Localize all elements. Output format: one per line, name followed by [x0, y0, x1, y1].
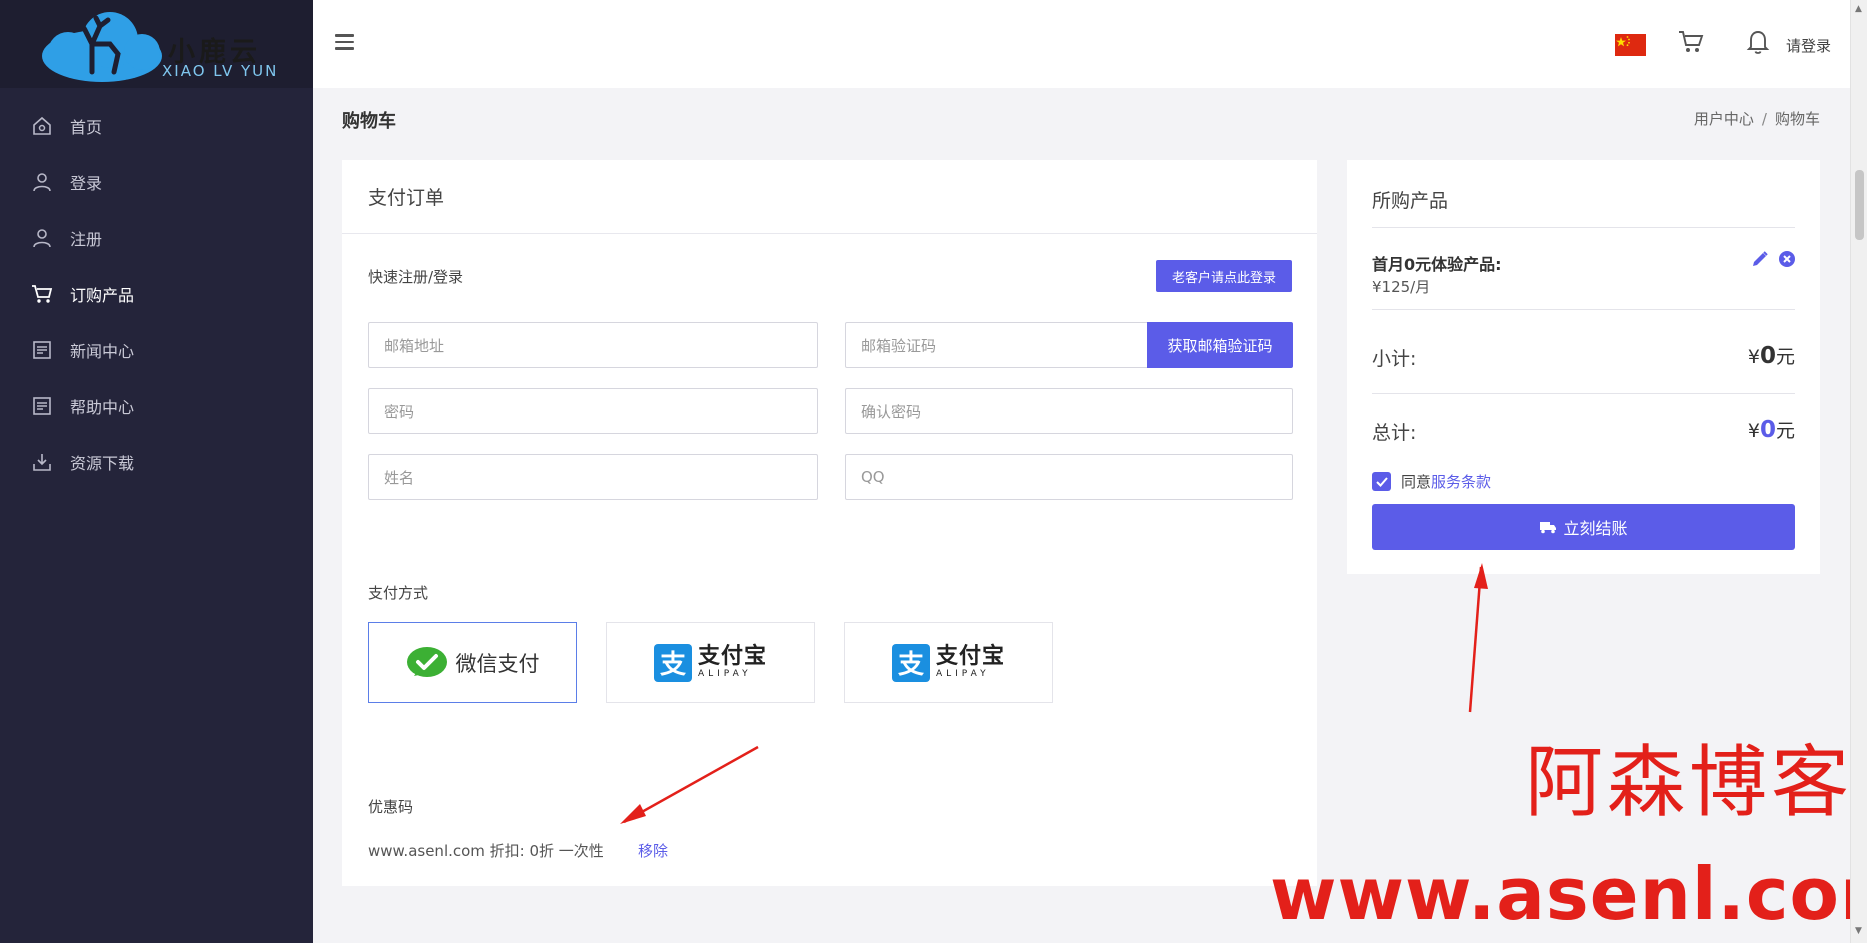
name-field[interactable]: 姓名 — [368, 454, 818, 500]
alipay-option[interactable]: 支 支付宝 ALIPAY — [606, 622, 815, 703]
total-label: 总计: — [1372, 422, 1417, 444]
currency-unit: 元 — [1775, 420, 1795, 442]
svg-text:支: 支 — [898, 650, 924, 680]
sidebar-item-label: 首页 — [70, 118, 103, 137]
logo[interactable]: 小鹿云 XIAO LV YUN — [0, 0, 313, 88]
wechat-pay-label: 微信支付 — [455, 651, 540, 676]
alipay-option-2[interactable]: 支 支付宝 ALIPAY — [844, 622, 1053, 703]
checkout-label: 立刻结账 — [1563, 521, 1628, 538]
sidebar-item-register[interactable]: 注册 — [0, 210, 313, 266]
wechat-pay-option[interactable]: 微信支付 — [368, 622, 577, 703]
subtotal-label: 小计: — [1372, 348, 1417, 370]
cart-icon[interactable] — [1678, 30, 1704, 58]
summary-title: 所购产品 — [1372, 190, 1449, 212]
document-icon — [30, 338, 54, 362]
breadcrumb: 用户中心 / 购物车 — [1694, 108, 1820, 129]
coupon-remove-link[interactable]: 移除 — [638, 840, 668, 861]
wechat-icon — [406, 646, 447, 677]
sidebar-item-home[interactable]: 首页 — [0, 98, 313, 154]
order-summary-card: 所购产品 首月0元体验产品: ¥125/月 小计: ¥0元 总计: ¥0元 同意… — [1347, 160, 1820, 574]
sidebar-item-label: 注册 — [70, 230, 103, 249]
subtotal-value: ¥0元 — [1748, 342, 1795, 369]
product-price: ¥125/月 — [1372, 278, 1431, 296]
payment-order-card: 支付订单 快速注册/登录 老客户请点此登录 邮箱地址 邮箱验证码 获取邮箱验证码… — [342, 160, 1317, 886]
sidebar-item-downloads[interactable]: 资源下载 — [0, 434, 313, 490]
breadcrumb-cart: 购物车 — [1774, 110, 1820, 128]
sidebar-item-order-products[interactable]: 订购产品 — [0, 266, 313, 322]
currency-symbol: ¥ — [1747, 346, 1760, 368]
scroll-down-arrow-icon[interactable]: ▼ — [1855, 926, 1862, 936]
payment-method-label: 支付方式 — [368, 584, 429, 602]
total-amount: 0 — [1759, 417, 1776, 443]
home-icon — [30, 114, 54, 138]
arrow-to-checkout — [1468, 566, 1483, 713]
menu-toggle-icon[interactable] — [335, 34, 354, 50]
breadcrumb-user-center[interactable]: 用户中心 — [1694, 110, 1754, 128]
sidebar-item-label: 资源下载 — [70, 454, 135, 473]
login-link[interactable]: 请登录 — [1786, 35, 1831, 56]
scroll-up-arrow-icon[interactable]: ▲ — [1855, 4, 1862, 14]
alipay-label: 支付宝 — [935, 644, 1005, 669]
download-icon — [30, 450, 54, 474]
email-field[interactable]: 邮箱地址 — [368, 322, 818, 368]
cart-icon — [30, 282, 54, 306]
card-title: 支付订单 — [342, 160, 1317, 234]
china-flag-icon[interactable] — [1615, 34, 1646, 56]
svg-text:支: 支 — [660, 650, 686, 680]
coupon-info: www.asenl.com 折扣: 0折 一次性 — [368, 842, 604, 860]
subtotal-amount: 0 — [1759, 343, 1776, 369]
agree-prefix: 同意 — [1401, 473, 1432, 491]
alipay-sub-label: ALIPAY — [697, 669, 752, 679]
page-title: 购物车 — [342, 111, 396, 132]
user-icon — [30, 170, 54, 194]
sidebar-item-news[interactable]: 新闻中心 — [0, 322, 313, 378]
divider — [1372, 393, 1795, 394]
total-value: ¥0元 — [1748, 416, 1795, 443]
email-code-field[interactable]: 邮箱验证码 — [845, 322, 1148, 368]
terms-link[interactable]: 服务条款 — [1431, 471, 1491, 492]
product-name: 首月0元体验产品: — [1372, 255, 1502, 274]
edit-icon[interactable] — [1751, 250, 1769, 272]
coupon-label: 优惠码 — [368, 798, 414, 816]
terms-checkbox[interactable] — [1372, 472, 1391, 491]
remove-circle-icon[interactable] — [1778, 250, 1796, 272]
sidebar-item-label: 登录 — [70, 174, 103, 193]
document-icon — [30, 394, 54, 418]
alipay-icon: 支 — [891, 643, 930, 682]
get-email-code-button[interactable]: 获取邮箱验证码 — [1147, 322, 1293, 368]
deer-cloud-logo-icon — [42, 12, 162, 82]
watermark-url: www.asenl.com — [1270, 852, 1867, 936]
scrollbar-thumb[interactable] — [1855, 170, 1864, 240]
qq-field[interactable]: QQ — [845, 454, 1293, 500]
top-header: 请登录 — [313, 0, 1850, 88]
sidebar: 小鹿云 XIAO LV YUN 首页 登录 注册 订购产品 新闻中心 帮助中心 … — [0, 0, 313, 943]
alipay-label: 支付宝 — [697, 644, 767, 669]
confirm-password-field[interactable]: 确认密码 — [845, 388, 1293, 434]
page-scrollbar[interactable]: ▲ ▼ — [1850, 0, 1867, 943]
divider — [1372, 227, 1795, 228]
sidebar-item-label: 订购产品 — [70, 286, 135, 305]
password-field[interactable]: 密码 — [368, 388, 818, 434]
brand-name-en: XIAO LV YUN — [162, 62, 279, 80]
user-icon — [30, 226, 54, 250]
alipay-icon: 支 — [653, 643, 692, 682]
sidebar-item-label: 新闻中心 — [70, 342, 135, 361]
sidebar-item-login[interactable]: 登录 — [0, 154, 313, 210]
divider — [1372, 309, 1795, 310]
old-customer-login-button[interactable]: 老客户请点此登录 — [1156, 260, 1292, 292]
currency-symbol: ¥ — [1747, 420, 1760, 442]
sidebar-item-label: 帮助中心 — [70, 398, 135, 417]
alipay-sub-label: ALIPAY — [935, 669, 990, 679]
terms-agreement: 同意 服务条款 — [1372, 471, 1491, 492]
bell-icon[interactable] — [1746, 29, 1770, 59]
watermark-cn: 阿森博客 — [1525, 738, 1854, 828]
sidebar-nav: 首页 登录 注册 订购产品 新闻中心 帮助中心 资源下载 — [0, 98, 313, 490]
checkout-button[interactable]: 立刻结账 — [1372, 504, 1795, 550]
sidebar-item-help[interactable]: 帮助中心 — [0, 378, 313, 434]
currency-unit: 元 — [1775, 346, 1795, 368]
quick-register-label: 快速注册/登录 — [368, 268, 464, 286]
breadcrumb-separator: / — [1761, 110, 1767, 128]
truck-icon — [1540, 522, 1557, 534]
